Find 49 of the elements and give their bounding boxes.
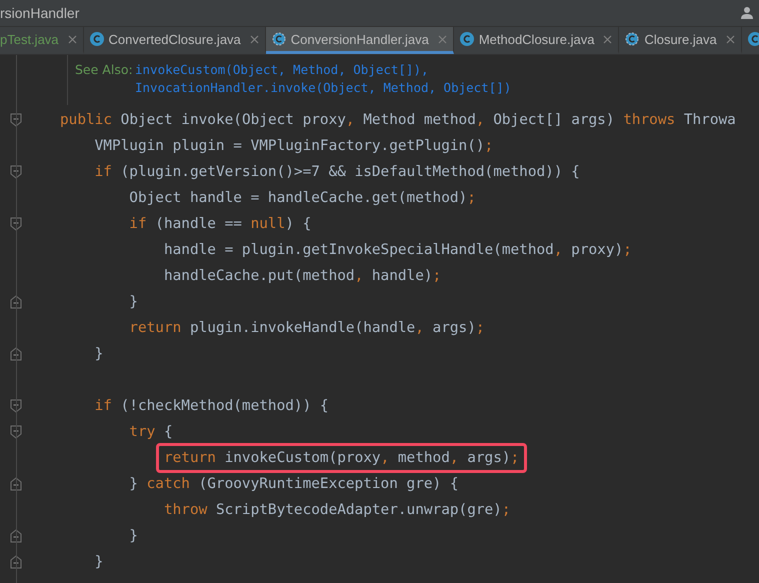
fold-icon[interactable]	[10, 217, 22, 231]
code-line: }	[129, 293, 138, 312]
code-line: handle = plugin.getInvokeSpecialHandle(method, proxy);	[164, 241, 632, 260]
close-icon[interactable]	[250, 34, 259, 44]
tab-label: MethodClosure.java	[478, 32, 594, 46]
code-line: }	[94, 553, 104, 572]
unfold-end-icon[interactable]	[10, 347, 22, 361]
tab-label: pTest.java	[0, 32, 59, 46]
window-title: rsionHandler	[0, 5, 80, 21]
code-line: if (plugin.getVersion()>=7 && isDefaultMethod(method)) {	[94, 163, 580, 182]
abstract-class-icon	[625, 32, 640, 46]
close-icon[interactable]	[726, 34, 735, 44]
unfold-end-icon[interactable]	[10, 295, 22, 309]
unfold-end-icon[interactable]	[10, 555, 22, 569]
tab-label: Closure.java	[644, 32, 717, 46]
class-icon	[460, 32, 474, 46]
user-icon[interactable]	[741, 6, 755, 20]
file-tab[interactable]: ConvertedClosure.java	[84, 27, 266, 54]
file-tab[interactable]: pTest.java	[0, 27, 84, 54]
class-icon	[90, 32, 104, 46]
code-line: } catch (GroovyRuntimeException gre) {	[129, 475, 459, 494]
doc-link[interactable]: InvocationHandler.invoke(Object, Method, Object[])	[135, 79, 759, 97]
code-line: if (handle == null) {	[129, 215, 312, 234]
doc-label: See Also:	[75, 61, 134, 79]
fold-icon[interactable]	[10, 425, 22, 439]
fold-icon[interactable]	[10, 113, 22, 127]
code-line: handleCache.put(method, handle);	[164, 267, 442, 286]
file-tab[interactable]: Closure.java	[619, 27, 742, 54]
fold-icon[interactable]	[10, 165, 22, 179]
file-tab[interactable]: MethodClosure.java	[454, 27, 620, 54]
close-icon[interactable]	[68, 34, 77, 44]
fold-icon[interactable]	[10, 399, 22, 413]
code-line: throw ScriptBytecodeAdapter.unwrap(gre);	[164, 501, 511, 520]
code-line: Object handle = handleCache.get(method);	[129, 189, 476, 208]
code-line: if (!checkMethod(method)) {	[94, 397, 329, 416]
code-line: public Object invoke(Object proxy, Method method, Object[] args) throws Throwa	[60, 111, 736, 130]
doc-link[interactable]: invokeCustom(Object, Method, Object[]),	[135, 61, 759, 79]
code-line: }	[129, 527, 138, 546]
code-line: VMPlugin plugin = VMPluginFactory.getPlugin();	[94, 137, 494, 156]
code-line: return plugin.invokeHandle(handle, args);	[129, 319, 485, 338]
code-line: }	[94, 345, 104, 364]
unfold-end-icon[interactable]	[10, 477, 22, 491]
tab-label: ConversionHandler.java	[290, 32, 429, 46]
code-line: try {	[129, 423, 173, 442]
close-icon[interactable]	[603, 34, 612, 44]
tab-label: ConvertedClosure.java	[108, 32, 241, 46]
file-tab[interactable]: ConversionHandler.java	[266, 27, 454, 54]
unfold-end-icon[interactable]	[10, 529, 22, 543]
abstract-class-icon	[272, 32, 286, 46]
